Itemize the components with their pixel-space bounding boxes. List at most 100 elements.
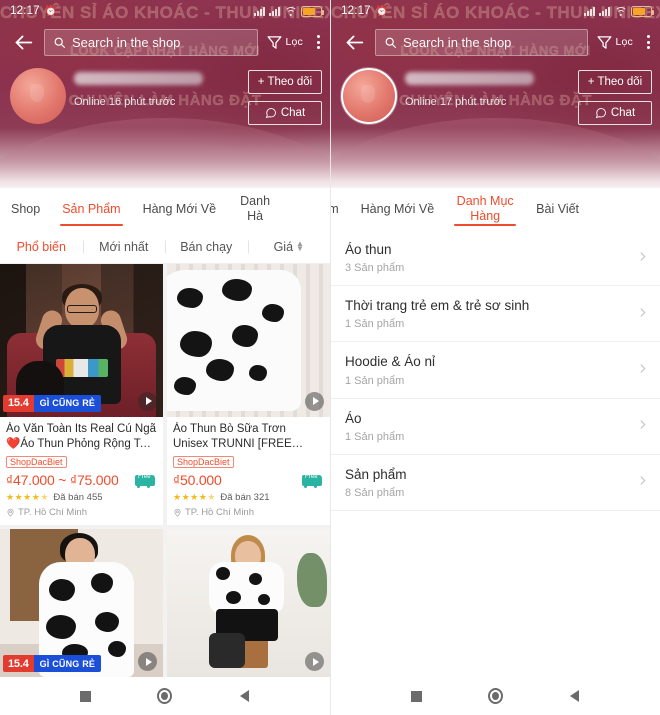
list-item[interactable]: Hoodie & Áo nỉ 1 Sản phẩm: [331, 342, 660, 399]
promo-text: GÌ CŨNG RẺ: [33, 655, 102, 672]
circle-home-icon[interactable]: [483, 683, 509, 709]
location-pin-icon: [174, 508, 181, 517]
free-shipping-label: Free: [305, 474, 318, 480]
product-info: Áo Văn Toàn Its Real Cú Ngã ❤️Áo Thun Ph…: [0, 417, 163, 525]
sort-ban-chay[interactable]: Bán chạy: [165, 240, 248, 254]
product-info: Áo Thun Bò Sữa Trơn Unisex TRUNNI [FREE …: [167, 417, 330, 525]
funnel-icon: [597, 35, 612, 49]
chat-button-label: Chat: [610, 107, 636, 119]
chat-button[interactable]: Chat: [248, 101, 322, 125]
right-shop-banner: CHUYÊN SỈ ÁO KHOÁC - THUN UNISEX LOOK CẬ…: [331, 0, 660, 188]
alarm-icon: ⏰: [375, 5, 389, 17]
follow-button-label: + Theo dõi: [257, 76, 313, 88]
search-input[interactable]: Search in the shop: [44, 28, 259, 56]
product-price: ₫47.000 ~ ₫75.000: [6, 472, 119, 488]
tab-danh-muc-hang[interactable]: Danh Hà: [227, 188, 283, 230]
signal-bars-icon-2: [269, 6, 280, 16]
avatar[interactable]: [341, 68, 397, 124]
shop-name-blurred: [405, 72, 534, 85]
tab-bai-viet[interactable]: Bài Viết: [525, 188, 590, 230]
product-thumbnail[interactable]: 15.4 GÌ CŨNG RẺ: [0, 529, 163, 677]
play-video-icon[interactable]: [138, 652, 157, 671]
chat-bubble-icon: [595, 108, 606, 119]
list-item[interactable]: Thời trang trẻ em & trẻ sơ sinh 1 Sản ph…: [331, 286, 660, 343]
category-name: Sản phẩm: [345, 466, 407, 482]
status-bar: 12:17 ⏰: [331, 0, 660, 22]
status-bar: 12:17 ⏰: [0, 0, 330, 22]
product-thumbnail[interactable]: [167, 529, 330, 677]
list-item[interactable]: Sản phẩm 8 Sản phẩm: [331, 455, 660, 512]
chevron-right-icon: [637, 249, 648, 267]
signal-bars-icon-2: [599, 6, 610, 16]
follow-button[interactable]: + Theo dõi: [248, 70, 322, 94]
shop-meta: Online 16 phút trước: [74, 68, 240, 108]
tab-hang-moi-ve[interactable]: Hàng Mới Về: [132, 188, 228, 230]
follow-button[interactable]: + Theo dõi: [578, 70, 652, 94]
sort-moi-nhat[interactable]: Mới nhất: [83, 240, 166, 254]
search-icon: [54, 37, 65, 48]
tab-shop[interactable]: Shop: [0, 188, 51, 230]
list-item[interactable]: Áo thun 3 Sản phẩm: [331, 230, 660, 287]
product-price-row: ₫50.000 Free: [173, 472, 324, 488]
product-card[interactable]: [167, 529, 330, 677]
tab-san-pham[interactable]: Phẩm: [331, 188, 350, 230]
tab-shop-label: Shop: [11, 201, 41, 216]
product-sold-count: Đã bán 321: [220, 492, 270, 503]
wifi-icon: [284, 6, 297, 16]
search-input[interactable]: Search in the shop: [375, 28, 589, 56]
more-vertical-icon[interactable]: [640, 27, 656, 57]
more-vertical-icon[interactable]: [310, 27, 326, 57]
category-count: 1 Sản phẩm: [345, 318, 405, 331]
chevron-right-icon: [637, 417, 648, 435]
tab-danh-muc-hang-label: Danh Hà: [240, 194, 271, 223]
sort-gia[interactable]: Giá ▲ ▼: [248, 239, 331, 253]
product-card[interactable]: 15.4 GÌ CŨNG RẺ Áo Văn Toàn Its Real Cú …: [0, 264, 163, 525]
product-thumbnail[interactable]: [167, 264, 330, 417]
product-price-row: ₫47.000 ~ ₫75.000 Free: [6, 472, 157, 488]
search-placeholder-text: Search in the shop: [403, 34, 512, 50]
search-icon: [385, 37, 396, 48]
product-card[interactable]: 15.4 GÌ CŨNG RẺ: [0, 529, 163, 677]
sort-filter-bar: Phổ biến Mới nhất Bán chạy Giá ▲ ▼: [0, 230, 330, 264]
category-texts: Thời trang trẻ em & trẻ sơ sinh 1 Sản ph…: [345, 297, 637, 330]
tab-hang-moi-ve[interactable]: Hàng Mới Về: [350, 188, 446, 230]
avatar[interactable]: [10, 68, 66, 124]
product-location: TP. Hồ Chí Minh: [173, 507, 324, 518]
play-video-icon[interactable]: [138, 391, 157, 411]
chevron-right-icon: [637, 473, 648, 491]
product-price: ₫50.000: [173, 472, 222, 488]
tab-danh-muc-hang[interactable]: Danh Mục Hàng: [445, 188, 525, 230]
product-thumbnail[interactable]: 15.4 GÌ CŨNG RẺ: [0, 264, 163, 417]
square-recents-icon[interactable]: [404, 683, 430, 709]
list-item[interactable]: Áo 1 Sản phẩm: [331, 399, 660, 455]
circle-home-icon[interactable]: [152, 683, 178, 709]
status-bar-clock: 12:17: [10, 5, 40, 17]
filter-button[interactable]: Lọc: [592, 34, 636, 51]
triangle-back-icon[interactable]: [562, 683, 588, 709]
square-recents-icon[interactable]: [73, 683, 99, 709]
category-count: 8 Sản phẩm: [345, 487, 405, 500]
signal-bars-icon: [254, 6, 265, 16]
product-title: Áo Văn Toàn Its Real Cú Ngã ❤️Áo Thun Ph…: [6, 422, 157, 450]
product-title: Áo Thun Bò Sữa Trơn Unisex TRUNNI [FREE …: [173, 422, 292, 450]
product-card[interactable]: Áo Thun Bò Sữa Trơn Unisex TRUNNI [FREE …: [167, 264, 330, 525]
promo-badge: 15.4 GÌ CŨNG RẺ: [3, 394, 102, 412]
dual-screenshot-container: CHUYÊN SỈ ÁO KHOÁC - THUN UNISEX LOOK CẬ…: [0, 0, 660, 715]
product-location-label: TP. Hồ Chí Minh: [18, 507, 87, 518]
play-video-icon[interactable]: [305, 652, 324, 671]
tab-danh-muc-hang-label: Danh Mục Hàng: [456, 194, 514, 223]
sort-pho-bien-label: Phổ biến: [16, 239, 66, 254]
product-location: TP. Hồ Chí Minh: [6, 507, 157, 518]
back-arrow-icon[interactable]: [337, 25, 371, 59]
back-arrow-icon[interactable]: [6, 25, 40, 59]
triangle-back-icon[interactable]: [231, 683, 257, 709]
play-video-icon[interactable]: [305, 391, 324, 411]
tab-bai-viet-label: Bài Viết: [536, 201, 580, 216]
sort-pho-bien[interactable]: Phổ biến: [0, 240, 83, 254]
chat-button[interactable]: Chat: [578, 101, 652, 125]
filter-button[interactable]: Lọc: [262, 34, 306, 51]
location-pin-icon: [7, 508, 14, 517]
tab-san-pham[interactable]: Sản Phẩm: [51, 188, 131, 230]
free-shipping-label: Free: [138, 474, 151, 480]
alarm-icon: ⏰: [44, 5, 58, 17]
